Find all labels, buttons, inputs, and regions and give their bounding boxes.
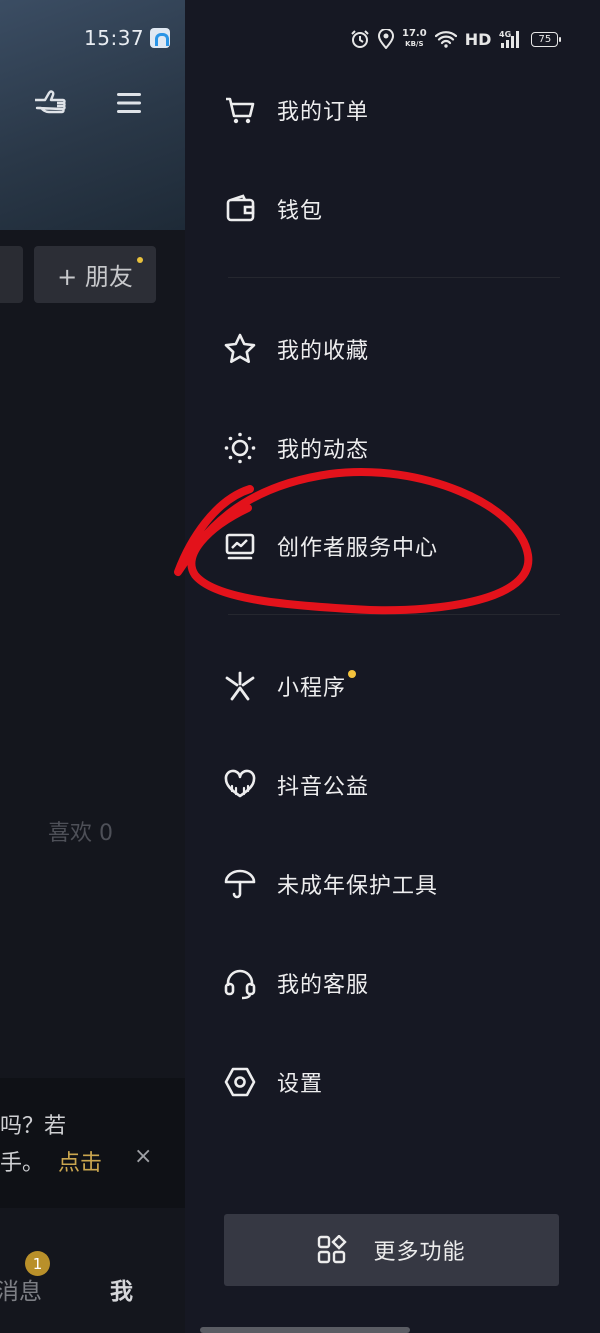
menu-item-label: 抖音公益 [277,775,370,800]
tab-messages[interactable]: 消息 [0,1272,42,1306]
app-notification-icon [150,28,170,48]
home-indicator[interactable] [200,1327,410,1333]
mini-program-icon [220,666,260,706]
tab-me[interactable]: 我 [110,1272,133,1306]
sun-icon [220,428,260,468]
menu-item-orders[interactable]: 我的订单 [220,80,580,140]
wifi-icon [434,31,457,48]
menu-item-label: 我的收藏 [277,339,370,364]
menu-item-minor-protection[interactable]: 未成年保护工具 [220,854,580,914]
menu-item-mini-programs[interactable]: 小程序 [220,656,580,716]
hamburger-menu-icon[interactable] [116,92,142,114]
add-friend-button[interactable]: + 朋友 [34,246,156,303]
new-dot-badge [137,257,143,263]
divider [228,614,560,615]
hand-pointer-icon[interactable] [32,86,68,118]
likes-count: 喜欢 0 [48,821,113,846]
close-icon[interactable]: × [134,1144,152,1169]
more-features-button[interactable]: 更多功能 [224,1214,559,1286]
menu-item-favorites[interactable]: 我的收藏 [220,319,580,379]
edit-profile-button[interactable] [0,246,23,303]
menu-item-moments[interactable]: 我的动态 [220,418,580,478]
menu-item-label: 创作者服务中心 [277,536,439,561]
creator-chart-icon [220,526,260,566]
menu-item-charity[interactable]: 抖音公益 [220,755,580,815]
charity-heart-icon [220,765,260,805]
network-speed-unit: KB/S [405,40,424,48]
menu-item-wallet[interactable]: 钱包 [220,179,580,239]
network-speed-value: 17.0 [402,28,427,39]
wallet-icon [220,189,260,229]
menu-item-label: 钱包 [277,199,324,224]
settings-hex-icon [220,1062,260,1102]
location-icon [378,29,394,49]
notice-text-line1: 吗？若 [0,1114,67,1139]
apps-grid-icon [318,1235,348,1264]
signal-icon: 4G [499,30,520,48]
menu-item-label: 设置 [277,1072,324,1097]
notice-text-line2: 手。 点击 [0,1145,102,1177]
profile-page-background: 15:37 + 朋友 喜欢 0 吗？若 手。 点击 × 消息 1 我 [0,0,185,1333]
umbrella-icon [220,864,260,904]
battery-icon: 75 [531,31,562,47]
svg-text:4G: 4G [499,30,511,39]
status-bar-icons: 17.0 KB/S HD 4G 75 [350,26,562,52]
menu-item-label: 我的客服 [277,973,370,998]
message-count-badge: 1 [25,1251,50,1276]
status-time: 15:37 [84,26,145,50]
star-icon [220,329,260,369]
menu-item-label: 我的订单 [277,100,370,125]
more-features-label: 更多功能 [373,1240,466,1265]
divider [228,277,560,278]
notice-click-link[interactable]: 点击 [58,1151,102,1176]
headset-icon [220,963,260,1003]
cart-icon [220,90,260,130]
menu-item-customer-service[interactable]: 我的客服 [220,953,580,1013]
menu-item-settings[interactable]: 设置 [220,1052,580,1112]
menu-item-label: 我的动态 [277,438,370,463]
network-speed: 17.0 KB/S [402,29,427,49]
menu-item-creator-center[interactable]: 创作者服务中心 [220,516,580,576]
notice-text-line2-text: 手。 [0,1151,45,1176]
new-dot-badge [348,670,356,678]
menu-item-label: 未成年保护工具 [277,874,439,899]
hd-indicator: HD [464,29,492,49]
alarm-icon [351,30,369,48]
notice-banner [0,1078,185,1208]
menu-item-label: 小程序 [277,676,347,701]
